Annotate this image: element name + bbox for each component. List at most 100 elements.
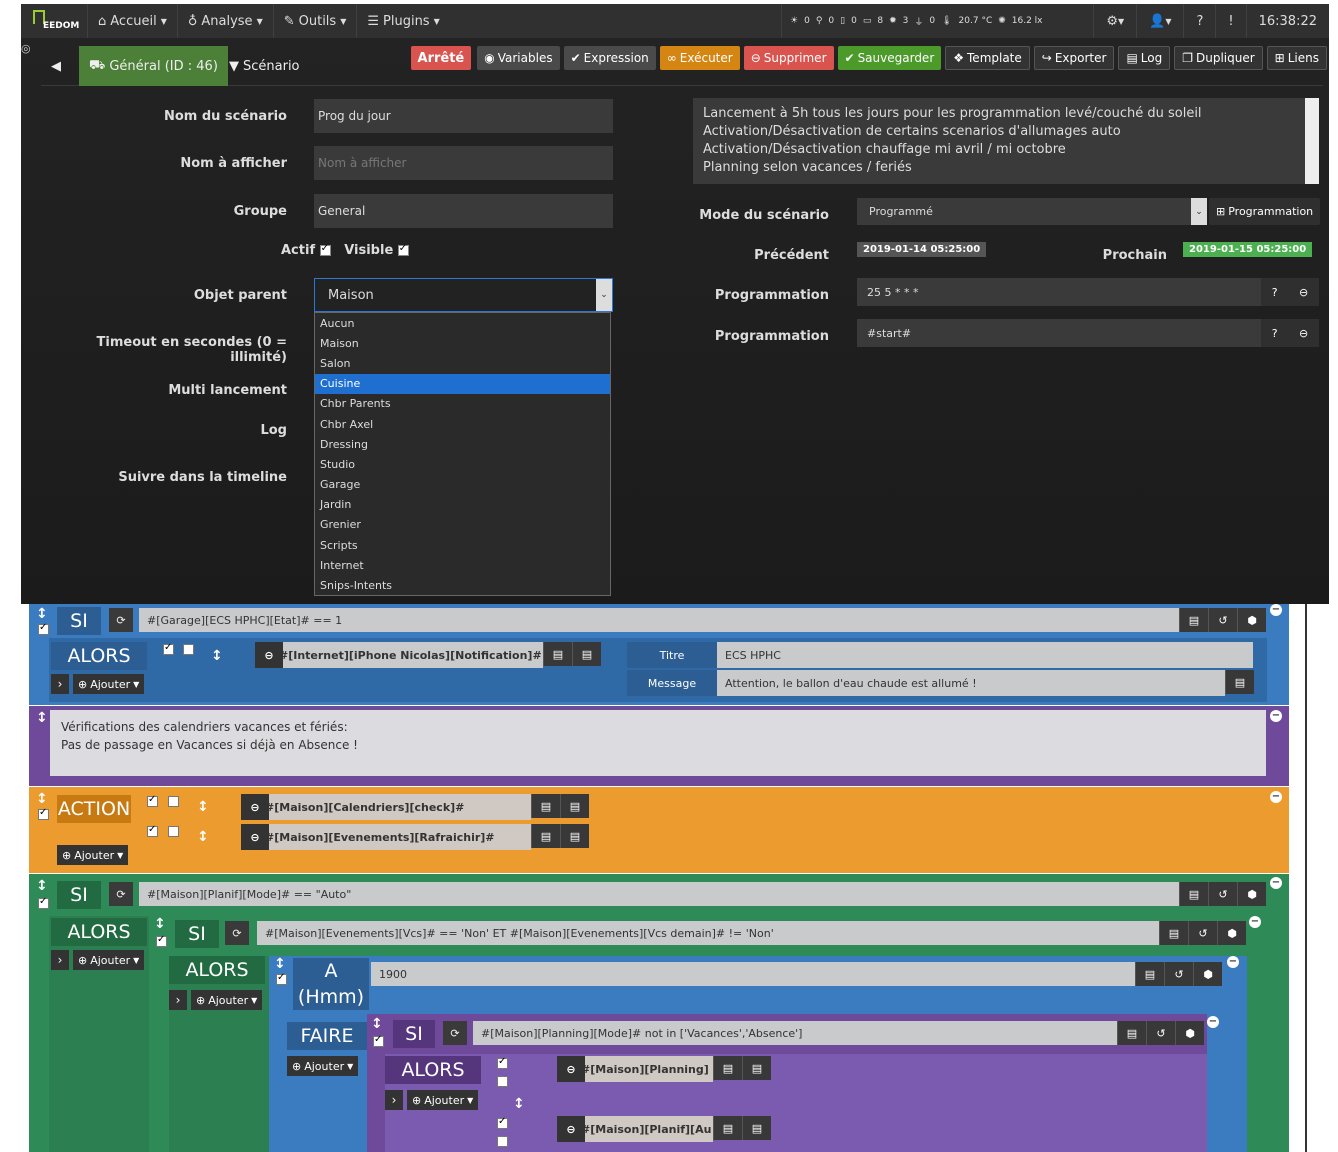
chevron-right-icon[interactable]: › [51, 674, 69, 694]
enable-checkbox[interactable] [147, 824, 158, 837]
background-checkbox[interactable] [183, 644, 194, 655]
cube-icon[interactable]: ⬢ [1237, 882, 1266, 906]
list-alt-icon[interactable]: ▤ [572, 642, 601, 666]
action-input[interactable]: ⊖ #[Internet][iPhone Nicolas][Notificatio… [255, 642, 543, 668]
titre-input[interactable]: ECS HPHC [717, 642, 1253, 668]
dropdown-option[interactable]: Garage [315, 475, 610, 495]
dropdown-option[interactable]: Jardin [315, 495, 610, 515]
condition-input[interactable]: #[Maison][Evenements][Vcs]# == 'Non' ET … [257, 921, 1159, 945]
mode-select[interactable]: Programmé ⌄ [857, 198, 1207, 225]
alert-button[interactable]: ! [1215, 4, 1245, 38]
programmation-input-2[interactable]: #start#? ⊖ [857, 319, 1319, 347]
add-button[interactable]: ⊕ Ajouter ▼ [73, 674, 145, 694]
remove-icon[interactable]: ⊖ [1299, 327, 1308, 340]
add-button[interactable]: ⊕ Ajouter ▼ [57, 845, 129, 865]
condition-input[interactable]: #[Maison][Planning][Mode]# not in ['Vaca… [473, 1021, 1117, 1045]
dropdown-option[interactable]: Chbr Axel [315, 414, 610, 434]
cube-icon[interactable]: ⬢ [1217, 921, 1246, 945]
remove-block-icon[interactable]: − [1270, 604, 1282, 616]
list-icon[interactable]: ▤ [1225, 670, 1254, 694]
history-icon[interactable]: ↺ [1188, 921, 1217, 945]
help-button[interactable]: ? [1183, 4, 1215, 38]
move-icon[interactable]: ↕ [36, 878, 48, 894]
enable-checkbox[interactable] [497, 1116, 508, 1129]
list-icon[interactable]: ▤ [1159, 921, 1188, 945]
chevron-down-icon[interactable]: ⌄ [596, 279, 612, 311]
refresh-icon[interactable]: ⟳ [225, 921, 249, 945]
list-icon[interactable]: ▤ [531, 794, 560, 818]
nav-outils[interactable]: ✎ Outils ▼ [272, 4, 357, 38]
add-button[interactable]: ⊕ Ajouter ▼ [73, 950, 145, 970]
chevron-right-icon[interactable]: › [385, 1090, 403, 1110]
move-icon[interactable]: ↕ [197, 829, 209, 845]
list-alt-icon[interactable]: ▤ [560, 794, 589, 818]
action-input[interactable]: ⊖ #[Maison][Planif][Au [557, 1116, 713, 1142]
move-icon[interactable]: ↕ [36, 791, 48, 807]
move-icon[interactable]: ↕ [36, 710, 48, 726]
enable-checkbox[interactable] [38, 896, 49, 909]
enable-checkbox[interactable] [163, 642, 174, 655]
dropdown-option[interactable]: Dressing [315, 434, 610, 454]
remove-block-icon[interactable]: − [1249, 916, 1261, 928]
dropdown-option[interactable]: Cuisine [315, 373, 610, 394]
action-input[interactable]: ⊖ #[Maison][Planning] [557, 1056, 713, 1082]
user-menu[interactable]: 👤 ▼ [1136, 4, 1183, 38]
list-icon[interactable]: ▤ [713, 1056, 742, 1080]
dropdown-option[interactable]: Snips-Intents [315, 575, 610, 595]
action-input[interactable]: ⊖ #[Maison][Calendriers][check]# [241, 794, 531, 820]
group-input[interactable]: General [314, 194, 613, 228]
condition-input[interactable]: #[Maison][Planif][Mode]# == "Auto" [139, 882, 1179, 906]
dropdown-option[interactable]: Grenier [315, 515, 610, 535]
log-button[interactable]: ▤ Log [1118, 46, 1171, 70]
toggle-icon[interactable]: ◎ [21, 42, 31, 55]
enable-checkbox[interactable] [497, 1056, 508, 1069]
list-icon[interactable]: ▤ [1135, 962, 1164, 986]
delete-button[interactable]: ⊖ Supprimer [743, 46, 834, 70]
dropdown-option[interactable]: Studio [315, 454, 610, 474]
cube-icon[interactable]: ⬢ [1237, 608, 1266, 632]
move-icon[interactable]: ↕ [197, 799, 209, 815]
template-button[interactable]: ❖ Template [945, 46, 1030, 70]
enable-checkbox[interactable] [38, 622, 49, 635]
list-icon[interactable]: ▤ [543, 642, 572, 666]
duplicate-button[interactable]: ❐ Dupliquer [1174, 46, 1263, 70]
history-icon[interactable]: ↺ [1208, 608, 1237, 632]
execute-button[interactable]: ∞ Exécuter [659, 46, 740, 70]
tab-scenario[interactable]: ▼ Scénario [219, 46, 310, 86]
background-checkbox[interactable] [497, 1076, 508, 1087]
dropdown-option[interactable]: Salon [315, 353, 610, 373]
list-icon[interactable]: ▤ [713, 1116, 742, 1140]
back-button[interactable]: ◀ [41, 46, 79, 86]
refresh-icon[interactable]: ⟳ [109, 608, 133, 632]
history-icon[interactable]: ↺ [1208, 882, 1237, 906]
remove-block-icon[interactable]: − [1270, 710, 1282, 722]
enable-checkbox[interactable] [373, 1034, 384, 1047]
remove-block-icon[interactable]: − [1207, 1016, 1219, 1028]
background-checkbox[interactable] [168, 826, 179, 837]
visible-checkbox[interactable] [397, 243, 409, 256]
enable-checkbox[interactable] [156, 934, 167, 947]
nav-plugins[interactable]: ☰ Plugins ▼ [356, 4, 449, 38]
nav-analyse[interactable]: ♁ Analyse ▼ [176, 4, 273, 38]
background-checkbox[interactable] [497, 1136, 508, 1147]
refresh-icon[interactable]: ⟳ [443, 1021, 467, 1045]
name-input[interactable]: Prog du jour [314, 99, 613, 133]
time-input[interactable]: 1900 [371, 962, 1135, 986]
chevron-right-icon[interactable]: › [169, 990, 187, 1010]
parent-select[interactable]: Maison ⌄ [314, 278, 613, 312]
remove-icon[interactable]: ⊖ [1299, 286, 1308, 299]
jeedom-logo[interactable]: EEDOM [21, 4, 87, 38]
move-icon[interactable]: ↕ [274, 956, 286, 972]
move-icon[interactable]: ↕ [371, 1016, 383, 1032]
variables-button[interactable]: ◉ Variables [477, 46, 560, 70]
settings-menu[interactable]: ⚙ ▼ [1093, 4, 1136, 38]
comment-textarea[interactable]: Vérifications des calendriers vacances e… [50, 710, 1266, 776]
remove-block-icon[interactable]: − [1227, 956, 1239, 968]
chevron-right-icon[interactable]: › [51, 950, 69, 970]
history-icon[interactable]: ↺ [1164, 962, 1193, 986]
dropdown-option[interactable]: Chbr Parents [315, 394, 610, 414]
expression-button[interactable]: ✔ Expression [563, 46, 656, 70]
add-button[interactable]: ⊕ Ajouter ▼ [287, 1056, 359, 1076]
move-icon[interactable]: ↕ [36, 606, 48, 622]
remove-block-icon[interactable]: − [1270, 791, 1282, 803]
